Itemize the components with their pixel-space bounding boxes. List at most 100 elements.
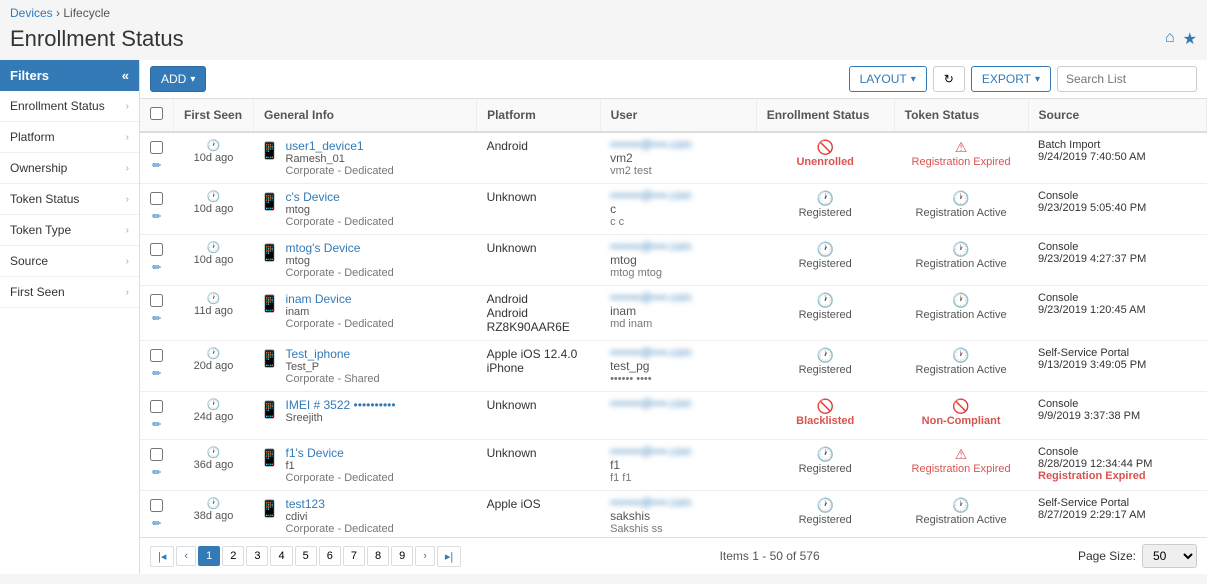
warn-icon: ⚠	[904, 139, 1018, 156]
page-6-button[interactable]: 6	[319, 546, 341, 566]
edit-icon[interactable]: ✏	[145, 312, 169, 325]
refresh-icon: ↻	[944, 72, 954, 86]
table-row: ✏ 🕐 36d ago 📱 f1's Device f1 Corporate -…	[140, 440, 1207, 491]
first-seen-text: 20d ago	[178, 360, 250, 372]
sidebar-item-enrollment-status[interactable]: Enrollment Status ›	[0, 91, 139, 122]
device-name[interactable]: c's Device	[286, 190, 394, 204]
source-cell: Console 9/9/2019 3:37:38 PM	[1028, 392, 1207, 440]
row-checkbox-cell: ✏	[140, 341, 174, 392]
source-date: 9/23/2019 1:20:45 AM	[1038, 304, 1197, 316]
edit-icon[interactable]: ✏	[145, 517, 169, 530]
enrollment-status-cell: 🕐 Registered	[756, 491, 894, 538]
general-info-cell: 📱 c's Device mtog Corporate - Dedicated	[254, 184, 477, 235]
chevron-right-icon: ›	[126, 225, 129, 236]
select-all-checkbox[interactable]	[150, 107, 163, 120]
sidebar-header[interactable]: Filters «	[0, 60, 139, 91]
device-icon: 📱	[260, 448, 280, 468]
page-prev-button[interactable]: ‹	[176, 546, 196, 566]
device-name[interactable]: test123	[286, 497, 394, 511]
device-name[interactable]: inam Device	[286, 292, 394, 306]
edit-icon[interactable]: ✏	[145, 367, 169, 380]
token-status-text: Registration Active	[904, 514, 1018, 526]
row-checkbox[interactable]	[150, 243, 163, 256]
refresh-button[interactable]: ↻	[933, 66, 965, 92]
page-8-button[interactable]: 8	[367, 546, 389, 566]
device-type: Corporate - Dedicated	[286, 318, 394, 330]
device-name[interactable]: user1_device1	[286, 139, 394, 153]
user-name: mtog	[610, 253, 746, 267]
token-status-cell: ⚠ Registration Expired	[894, 132, 1028, 184]
page-7-button[interactable]: 7	[343, 546, 365, 566]
table-row: ✏ 🕐 11d ago 📱 inam Device inam Corporate…	[140, 286, 1207, 341]
row-checkbox[interactable]	[150, 141, 163, 154]
user-name: test_pg	[610, 359, 746, 373]
breadcrumb-devices[interactable]: Devices	[10, 6, 53, 20]
first-seen-cell: 🕐 36d ago	[174, 440, 254, 491]
add-label: ADD	[161, 72, 186, 86]
sidebar-item-label: First Seen	[10, 285, 65, 299]
sidebar-item-token-status[interactable]: Token Status ›	[0, 184, 139, 215]
token-status-cell: 🕐 Registration Active	[894, 341, 1028, 392]
source-name: Self-Service Portal	[1038, 347, 1197, 359]
export-button[interactable]: EXPORT ▾	[971, 66, 1051, 92]
platform-cell: Android	[477, 132, 601, 184]
enrollment-status-cell: 🕐 Registered	[756, 286, 894, 341]
add-button[interactable]: ADD ▾	[150, 66, 206, 92]
edit-icon[interactable]: ✏	[145, 261, 169, 274]
page-size-selector: Page Size: 10 25 50 100	[1078, 544, 1197, 568]
row-checkbox[interactable]	[150, 400, 163, 413]
home-icon[interactable]: ⌂	[1165, 29, 1175, 49]
search-input[interactable]	[1057, 66, 1197, 92]
page-1-button[interactable]: 1	[198, 546, 220, 566]
stop-icon: 🚫	[904, 398, 1018, 415]
sidebar-item-platform[interactable]: Platform ›	[0, 122, 139, 153]
device-owner: mtog	[286, 255, 394, 267]
page-9-button[interactable]: 9	[391, 546, 413, 566]
sidebar: Filters « Enrollment Status › Platform ›…	[0, 60, 140, 574]
row-checkbox[interactable]	[150, 192, 163, 205]
device-type: Corporate - Dedicated	[286, 523, 394, 535]
page-size-select[interactable]: 10 25 50 100	[1142, 544, 1197, 568]
page-3-button[interactable]: 3	[246, 546, 268, 566]
row-checkbox[interactable]	[150, 448, 163, 461]
device-name[interactable]: IMEI # 3522 ••••••••••	[286, 398, 396, 412]
sidebar-item-ownership[interactable]: Ownership ›	[0, 153, 139, 184]
star-icon[interactable]: ★	[1183, 29, 1197, 49]
sidebar-item-token-type[interactable]: Token Type ›	[0, 215, 139, 246]
source-date: 8/27/2019 2:29:17 AM	[1038, 509, 1197, 521]
sidebar-collapse-icon[interactable]: «	[122, 68, 129, 83]
device-name[interactable]: Test_iphone	[286, 347, 380, 361]
edit-icon[interactable]: ✏	[145, 159, 169, 172]
user-email: ••••••••@••••.com	[610, 292, 746, 304]
page-5-button[interactable]: 5	[295, 546, 317, 566]
edit-icon[interactable]: ✏	[145, 210, 169, 223]
sidebar-item-label: Token Type	[10, 223, 71, 237]
col-checkbox	[140, 99, 174, 132]
clock-icon: 🕐	[766, 241, 884, 258]
chevron-right-icon: ›	[126, 256, 129, 267]
sidebar-item-source[interactable]: Source ›	[0, 246, 139, 277]
first-seen-text: 38d ago	[178, 510, 250, 522]
source-date: 9/13/2019 3:49:05 PM	[1038, 359, 1197, 371]
device-name[interactable]: mtog's Device	[286, 241, 394, 255]
row-checkbox[interactable]	[150, 349, 163, 362]
edit-icon[interactable]: ✏	[145, 466, 169, 479]
device-type: Corporate - Shared	[286, 373, 380, 385]
source-cell: Console 9/23/2019 1:20:45 AM	[1028, 286, 1207, 341]
sidebar-item-first-seen[interactable]: First Seen ›	[0, 277, 139, 308]
user-name: vm2	[610, 151, 746, 165]
page-2-button[interactable]: 2	[222, 546, 244, 566]
source-name: Self-Service Portal	[1038, 497, 1197, 509]
row-checkbox[interactable]	[150, 294, 163, 307]
page-next-button[interactable]: ›	[415, 546, 435, 566]
user-email: ••••••••@••••.com	[610, 446, 746, 458]
page-4-button[interactable]: 4	[270, 546, 292, 566]
token-status-text: Registration Active	[904, 207, 1018, 219]
page-first-button[interactable]: |◂	[150, 546, 174, 567]
layout-button[interactable]: LAYOUT ▾	[849, 66, 927, 92]
edit-icon[interactable]: ✏	[145, 418, 169, 431]
device-name[interactable]: f1's Device	[286, 446, 394, 460]
user-cell: ••••••••@••••.com c c c	[600, 184, 756, 235]
page-last-button[interactable]: ▸|	[437, 546, 461, 567]
row-checkbox[interactable]	[150, 499, 163, 512]
